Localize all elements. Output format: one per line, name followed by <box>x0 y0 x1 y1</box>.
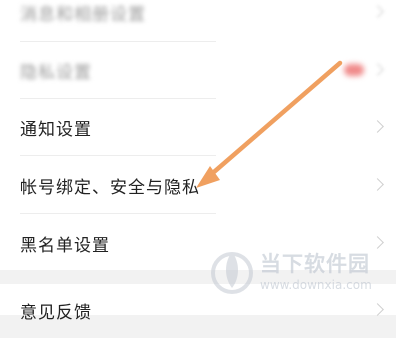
downxia-logo-icon <box>211 252 253 294</box>
watermark-title: 当下软件园 <box>260 252 370 276</box>
watermark-url: www.downxia.com <box>260 278 372 292</box>
watermark: 当下软件园 www.downxia.com <box>210 244 390 304</box>
